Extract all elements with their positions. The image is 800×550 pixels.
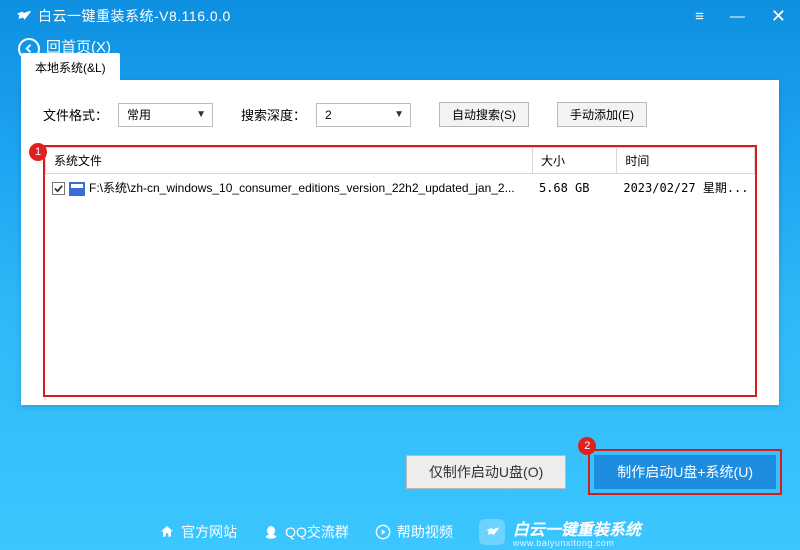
minimize-icon[interactable]: — [730, 9, 745, 24]
home-icon [159, 524, 175, 540]
file-table: 系统文件 大小 时间 F:\系统\zh-cn_windows_10_consum… [45, 147, 755, 395]
back-row: 回首页(X) [0, 30, 800, 75]
official-site-label: 官方网站 [181, 522, 237, 542]
make-usb-only-button[interactable]: 仅制作启动U盘(O) [406, 455, 566, 489]
play-icon [375, 524, 391, 540]
col-header-time[interactable]: 时间 [617, 148, 755, 174]
window-controls: ≡ — ✕ [695, 7, 786, 25]
step-badge-1: 1 [29, 143, 47, 161]
brand-text: 白云一键重装系统 [513, 516, 641, 540]
qq-group-label: QQ交流群 [285, 522, 349, 542]
help-video-label: 帮助视频 [397, 522, 453, 542]
depth-select-value: 2 [325, 108, 332, 122]
make-usb-system-button[interactable]: 制作启动U盘+系统(U) [594, 455, 776, 489]
tab-local-system[interactable]: 本地系统(&L) [21, 53, 120, 82]
primary-action-highlight: 2 制作启动U盘+系统(U) [588, 449, 782, 495]
format-select-value: 常用 [127, 106, 151, 123]
row-time: 2023/02/27 星期... [617, 174, 755, 201]
auto-search-button[interactable]: 自动搜索(S) [439, 102, 529, 127]
menu-icon[interactable]: ≡ [695, 9, 704, 24]
depth-label: 搜索深度： [241, 105, 306, 124]
close-icon[interactable]: ✕ [771, 7, 786, 25]
brand-subtext: www.baiyunxitong.com [513, 538, 641, 548]
col-header-file[interactable]: 系统文件 [46, 148, 533, 174]
filter-row: 文件格式： 常用 ▼ 搜索深度： 2 ▼ 自动搜索(S) 手动添加(E) [43, 102, 757, 127]
row-checkbox[interactable] [52, 182, 65, 195]
tabstrip: 本地系统(&L) [21, 53, 120, 82]
iso-file-icon [69, 182, 85, 196]
row-size: 5.68 GB [532, 174, 616, 201]
titlebar: 白云一键重装系统-V8.116.0.0 ≡ — ✕ [0, 0, 800, 30]
format-label: 文件格式： [43, 105, 108, 124]
table-row[interactable]: F:\系统\zh-cn_windows_10_consumer_editions… [46, 174, 755, 201]
caret-down-icon: ▼ [394, 109, 404, 120]
brand-bird-icon [479, 519, 505, 545]
step-badge-2: 2 [578, 437, 596, 455]
depth-select[interactable]: 2 ▼ [316, 103, 411, 127]
app-title: 白云一键重装系统-V8.116.0.0 [38, 6, 231, 26]
caret-down-icon: ▼ [196, 109, 206, 120]
row-path: F:\系统\zh-cn_windows_10_consumer_editions… [89, 181, 515, 195]
app-logo-icon [14, 7, 32, 25]
qq-icon [263, 524, 279, 540]
file-table-wrap: 1 系统文件 大小 时间 F:\系统\zh-cn_wind [43, 145, 757, 397]
footer: 官方网站 QQ交流群 帮助视频 白云一键重装系统 www.baiyunxiton… [0, 514, 800, 550]
qq-group-link[interactable]: QQ交流群 [263, 522, 349, 542]
manual-add-button[interactable]: 手动添加(E) [557, 102, 647, 127]
col-header-size[interactable]: 大小 [532, 148, 616, 174]
footer-brand: 白云一键重装系统 www.baiyunxitong.com [479, 516, 641, 548]
action-row: 仅制作启动U盘(O) 2 制作启动U盘+系统(U) [406, 449, 782, 495]
main-panel: 本地系统(&L) 文件格式： 常用 ▼ 搜索深度： 2 ▼ 自动搜索(S) 手动… [21, 80, 779, 405]
official-site-link[interactable]: 官方网站 [159, 522, 237, 542]
help-video-link[interactable]: 帮助视频 [375, 522, 453, 542]
format-select[interactable]: 常用 ▼ [118, 103, 213, 127]
